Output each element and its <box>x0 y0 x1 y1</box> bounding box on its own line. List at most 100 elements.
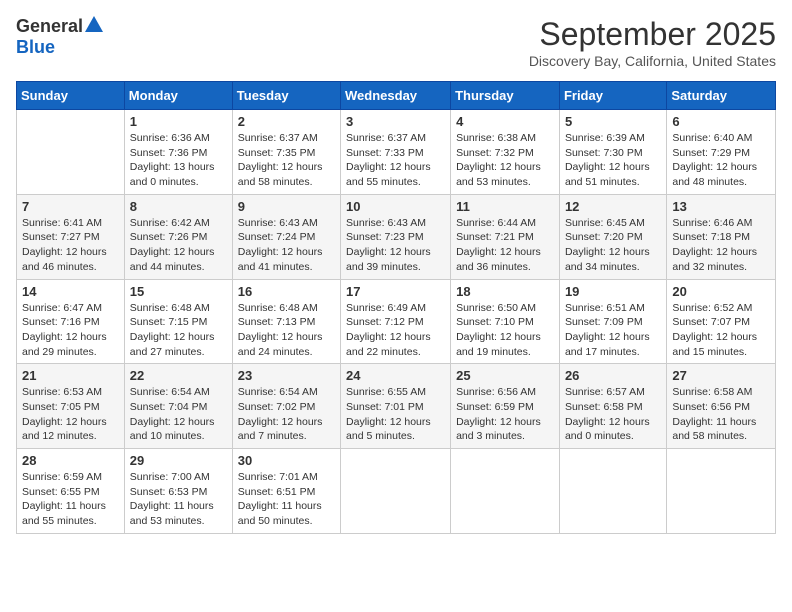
day-info: Sunrise: 6:52 AMSunset: 7:07 PMDaylight:… <box>672 301 770 360</box>
day-info: Sunrise: 6:49 AMSunset: 7:12 PMDaylight:… <box>346 301 445 360</box>
calendar-header-row: SundayMondayTuesdayWednesdayThursdayFrid… <box>17 82 776 110</box>
calendar-cell <box>559 449 666 534</box>
page-header: General Blue September 2025 Discovery Ba… <box>16 16 776 69</box>
header-day-wednesday: Wednesday <box>341 82 451 110</box>
calendar-cell: 5 Sunrise: 6:39 AMSunset: 7:30 PMDaylight… <box>559 110 666 195</box>
day-number: 15 <box>130 284 227 299</box>
day-info: Sunrise: 6:40 AMSunset: 7:29 PMDaylight:… <box>672 131 770 190</box>
calendar-cell: 25 Sunrise: 6:56 AMSunset: 6:59 PMDayligh… <box>451 364 560 449</box>
calendar-cell <box>17 110 125 195</box>
day-info: Sunrise: 6:57 AMSunset: 6:58 PMDaylight:… <box>565 385 661 444</box>
calendar-cell: 6 Sunrise: 6:40 AMSunset: 7:29 PMDaylight… <box>667 110 776 195</box>
logo-blue: Blue <box>16 37 55 58</box>
calendar-cell: 29Sunrise: 7:00 AMSunset: 6:53 PMDayligh… <box>124 449 232 534</box>
day-number: 8 <box>130 199 227 214</box>
calendar-week-row: 28Sunrise: 6:59 AMSunset: 6:55 PMDayligh… <box>17 449 776 534</box>
day-info: Sunrise: 7:00 AMSunset: 6:53 PMDaylight:… <box>130 470 227 529</box>
calendar-cell: 28Sunrise: 6:59 AMSunset: 6:55 PMDayligh… <box>17 449 125 534</box>
day-number: 22 <box>130 368 227 383</box>
day-number: 26 <box>565 368 661 383</box>
day-number: 17 <box>346 284 445 299</box>
day-info: Sunrise: 6:54 AMSunset: 7:04 PMDaylight:… <box>130 385 227 444</box>
day-number: 20 <box>672 284 770 299</box>
day-info: Sunrise: 6:58 AMSunset: 6:56 PMDaylight:… <box>672 385 770 444</box>
day-number: 16 <box>238 284 335 299</box>
header-day-saturday: Saturday <box>667 82 776 110</box>
day-number: 12 <box>565 199 661 214</box>
calendar-cell: 23Sunrise: 6:54 AMSunset: 7:02 PMDayligh… <box>232 364 340 449</box>
calendar-week-row: 1 Sunrise: 6:36 AMSunset: 7:36 PMDaylight… <box>17 110 776 195</box>
day-info: Sunrise: 6:37 AMSunset: 7:33 PMDaylight:… <box>346 131 445 190</box>
calendar-table: SundayMondayTuesdayWednesdayThursdayFrid… <box>16 81 776 534</box>
calendar-cell: 10Sunrise: 6:43 AMSunset: 7:23 PMDayligh… <box>341 194 451 279</box>
day-number: 6 <box>672 114 770 129</box>
day-info: Sunrise: 6:38 AMSunset: 7:32 PMDaylight:… <box>456 131 554 190</box>
calendar-cell: 2 Sunrise: 6:37 AMSunset: 7:35 PMDaylight… <box>232 110 340 195</box>
calendar-cell: 30 Sunrise: 7:01 AMSunset: 6:51 PMDayligh… <box>232 449 340 534</box>
calendar-cell: 17 Sunrise: 6:49 AMSunset: 7:12 PMDayligh… <box>341 279 451 364</box>
calendar-cell: 13Sunrise: 6:46 AMSunset: 7:18 PMDayligh… <box>667 194 776 279</box>
logo: General Blue <box>16 16 103 58</box>
day-info: Sunrise: 7:01 AMSunset: 6:51 PMDaylight:… <box>238 470 335 529</box>
calendar-cell: 8 Sunrise: 6:42 AMSunset: 7:26 PMDaylight… <box>124 194 232 279</box>
day-number: 25 <box>456 368 554 383</box>
day-info: Sunrise: 6:48 AMSunset: 7:15 PMDaylight:… <box>130 301 227 360</box>
day-number: 7 <box>22 199 119 214</box>
day-number: 1 <box>130 114 227 129</box>
day-info: Sunrise: 6:43 AMSunset: 7:24 PMDaylight:… <box>238 216 335 275</box>
day-info: Sunrise: 6:41 AMSunset: 7:27 PMDaylight:… <box>22 216 119 275</box>
calendar-cell: 4 Sunrise: 6:38 AMSunset: 7:32 PMDaylight… <box>451 110 560 195</box>
calendar-cell: 26 Sunrise: 6:57 AMSunset: 6:58 PMDayligh… <box>559 364 666 449</box>
calendar-cell: 22 Sunrise: 6:54 AMSunset: 7:04 PMDayligh… <box>124 364 232 449</box>
day-info: Sunrise: 6:56 AMSunset: 6:59 PMDaylight:… <box>456 385 554 444</box>
day-number: 24 <box>346 368 445 383</box>
calendar-cell: 11 Sunrise: 6:44 AMSunset: 7:21 PMDayligh… <box>451 194 560 279</box>
day-info: Sunrise: 6:39 AMSunset: 7:30 PMDaylight:… <box>565 131 661 190</box>
header-day-friday: Friday <box>559 82 666 110</box>
header-day-thursday: Thursday <box>451 82 560 110</box>
day-number: 11 <box>456 199 554 214</box>
calendar-cell <box>667 449 776 534</box>
calendar-cell <box>341 449 451 534</box>
day-info: Sunrise: 6:37 AMSunset: 7:35 PMDaylight:… <box>238 131 335 190</box>
day-info: Sunrise: 6:43 AMSunset: 7:23 PMDaylight:… <box>346 216 445 275</box>
day-info: Sunrise: 6:54 AMSunset: 7:02 PMDaylight:… <box>238 385 335 444</box>
day-number: 14 <box>22 284 119 299</box>
day-number: 30 <box>238 453 335 468</box>
header-day-monday: Monday <box>124 82 232 110</box>
location-title: Discovery Bay, California, United States <box>529 53 776 69</box>
calendar-cell: 7 Sunrise: 6:41 AMSunset: 7:27 PMDaylight… <box>17 194 125 279</box>
day-number: 28 <box>22 453 119 468</box>
day-number: 2 <box>238 114 335 129</box>
calendar-cell: 20 Sunrise: 6:52 AMSunset: 7:07 PMDayligh… <box>667 279 776 364</box>
header-day-sunday: Sunday <box>17 82 125 110</box>
day-info: Sunrise: 6:46 AMSunset: 7:18 PMDaylight:… <box>672 216 770 275</box>
day-info: Sunrise: 6:53 AMSunset: 7:05 PMDaylight:… <box>22 385 119 444</box>
header-day-tuesday: Tuesday <box>232 82 340 110</box>
month-title: September 2025 <box>529 16 776 53</box>
day-info: Sunrise: 6:42 AMSunset: 7:26 PMDaylight:… <box>130 216 227 275</box>
day-number: 21 <box>22 368 119 383</box>
calendar-cell: 3Sunrise: 6:37 AMSunset: 7:33 PMDaylight… <box>341 110 451 195</box>
calendar-cell: 24 Sunrise: 6:55 AMSunset: 7:01 PMDayligh… <box>341 364 451 449</box>
title-area: September 2025 Discovery Bay, California… <box>529 16 776 69</box>
day-info: Sunrise: 6:36 AMSunset: 7:36 PMDaylight:… <box>130 131 227 190</box>
calendar-cell: 1 Sunrise: 6:36 AMSunset: 7:36 PMDaylight… <box>124 110 232 195</box>
calendar-body: 1 Sunrise: 6:36 AMSunset: 7:36 PMDaylight… <box>17 110 776 534</box>
calendar-week-row: 14 Sunrise: 6:47 AMSunset: 7:16 PMDayligh… <box>17 279 776 364</box>
day-number: 5 <box>565 114 661 129</box>
day-info: Sunrise: 6:44 AMSunset: 7:21 PMDaylight:… <box>456 216 554 275</box>
day-number: 27 <box>672 368 770 383</box>
calendar-cell: 15 Sunrise: 6:48 AMSunset: 7:15 PMDayligh… <box>124 279 232 364</box>
day-info: Sunrise: 6:51 AMSunset: 7:09 PMDaylight:… <box>565 301 661 360</box>
day-info: Sunrise: 6:45 AMSunset: 7:20 PMDaylight:… <box>565 216 661 275</box>
logo-general: General <box>16 16 83 37</box>
day-number: 9 <box>238 199 335 214</box>
day-info: Sunrise: 6:48 AMSunset: 7:13 PMDaylight:… <box>238 301 335 360</box>
calendar-cell: 16 Sunrise: 6:48 AMSunset: 7:13 PMDayligh… <box>232 279 340 364</box>
day-info: Sunrise: 6:47 AMSunset: 7:16 PMDaylight:… <box>22 301 119 360</box>
day-number: 19 <box>565 284 661 299</box>
day-info: Sunrise: 6:50 AMSunset: 7:10 PMDaylight:… <box>456 301 554 360</box>
day-number: 4 <box>456 114 554 129</box>
day-info: Sunrise: 6:55 AMSunset: 7:01 PMDaylight:… <box>346 385 445 444</box>
